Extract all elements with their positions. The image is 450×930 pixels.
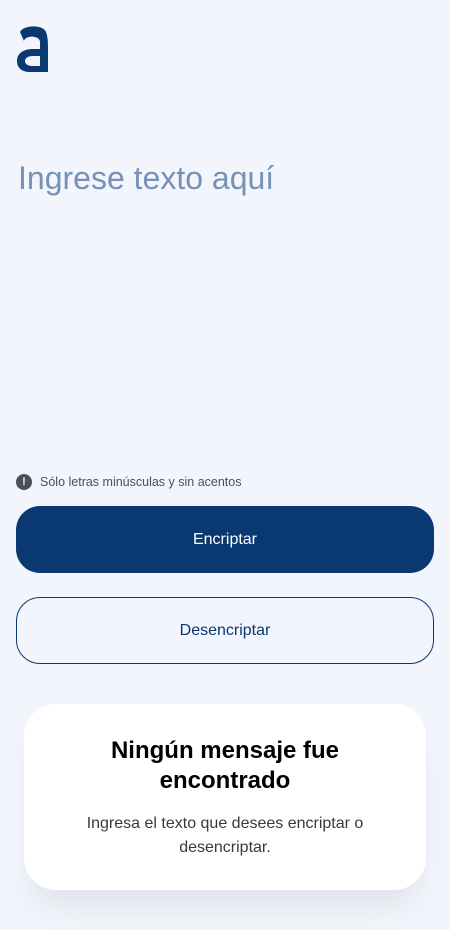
- alura-logo-icon: [17, 26, 48, 72]
- result-title: Ningún mensaje fue encontrado: [110, 737, 340, 794]
- encrypt-button[interactable]: Encriptar: [16, 506, 434, 573]
- decrypt-button[interactable]: Desencriptar: [16, 597, 434, 664]
- result-panel: Ningún mensaje fue encontrado Ingresa el…: [24, 704, 426, 890]
- input-hint: ! Sólo letras minúsculas y sin acentos: [16, 474, 241, 490]
- info-icon: !: [16, 474, 32, 490]
- hint-text: Sólo letras minúsculas y sin acentos: [40, 475, 242, 489]
- logo: [16, 24, 49, 73]
- message-input[interactable]: [18, 150, 432, 450]
- result-description: Ingresa el texto que desees encriptar o …: [86, 814, 364, 856]
